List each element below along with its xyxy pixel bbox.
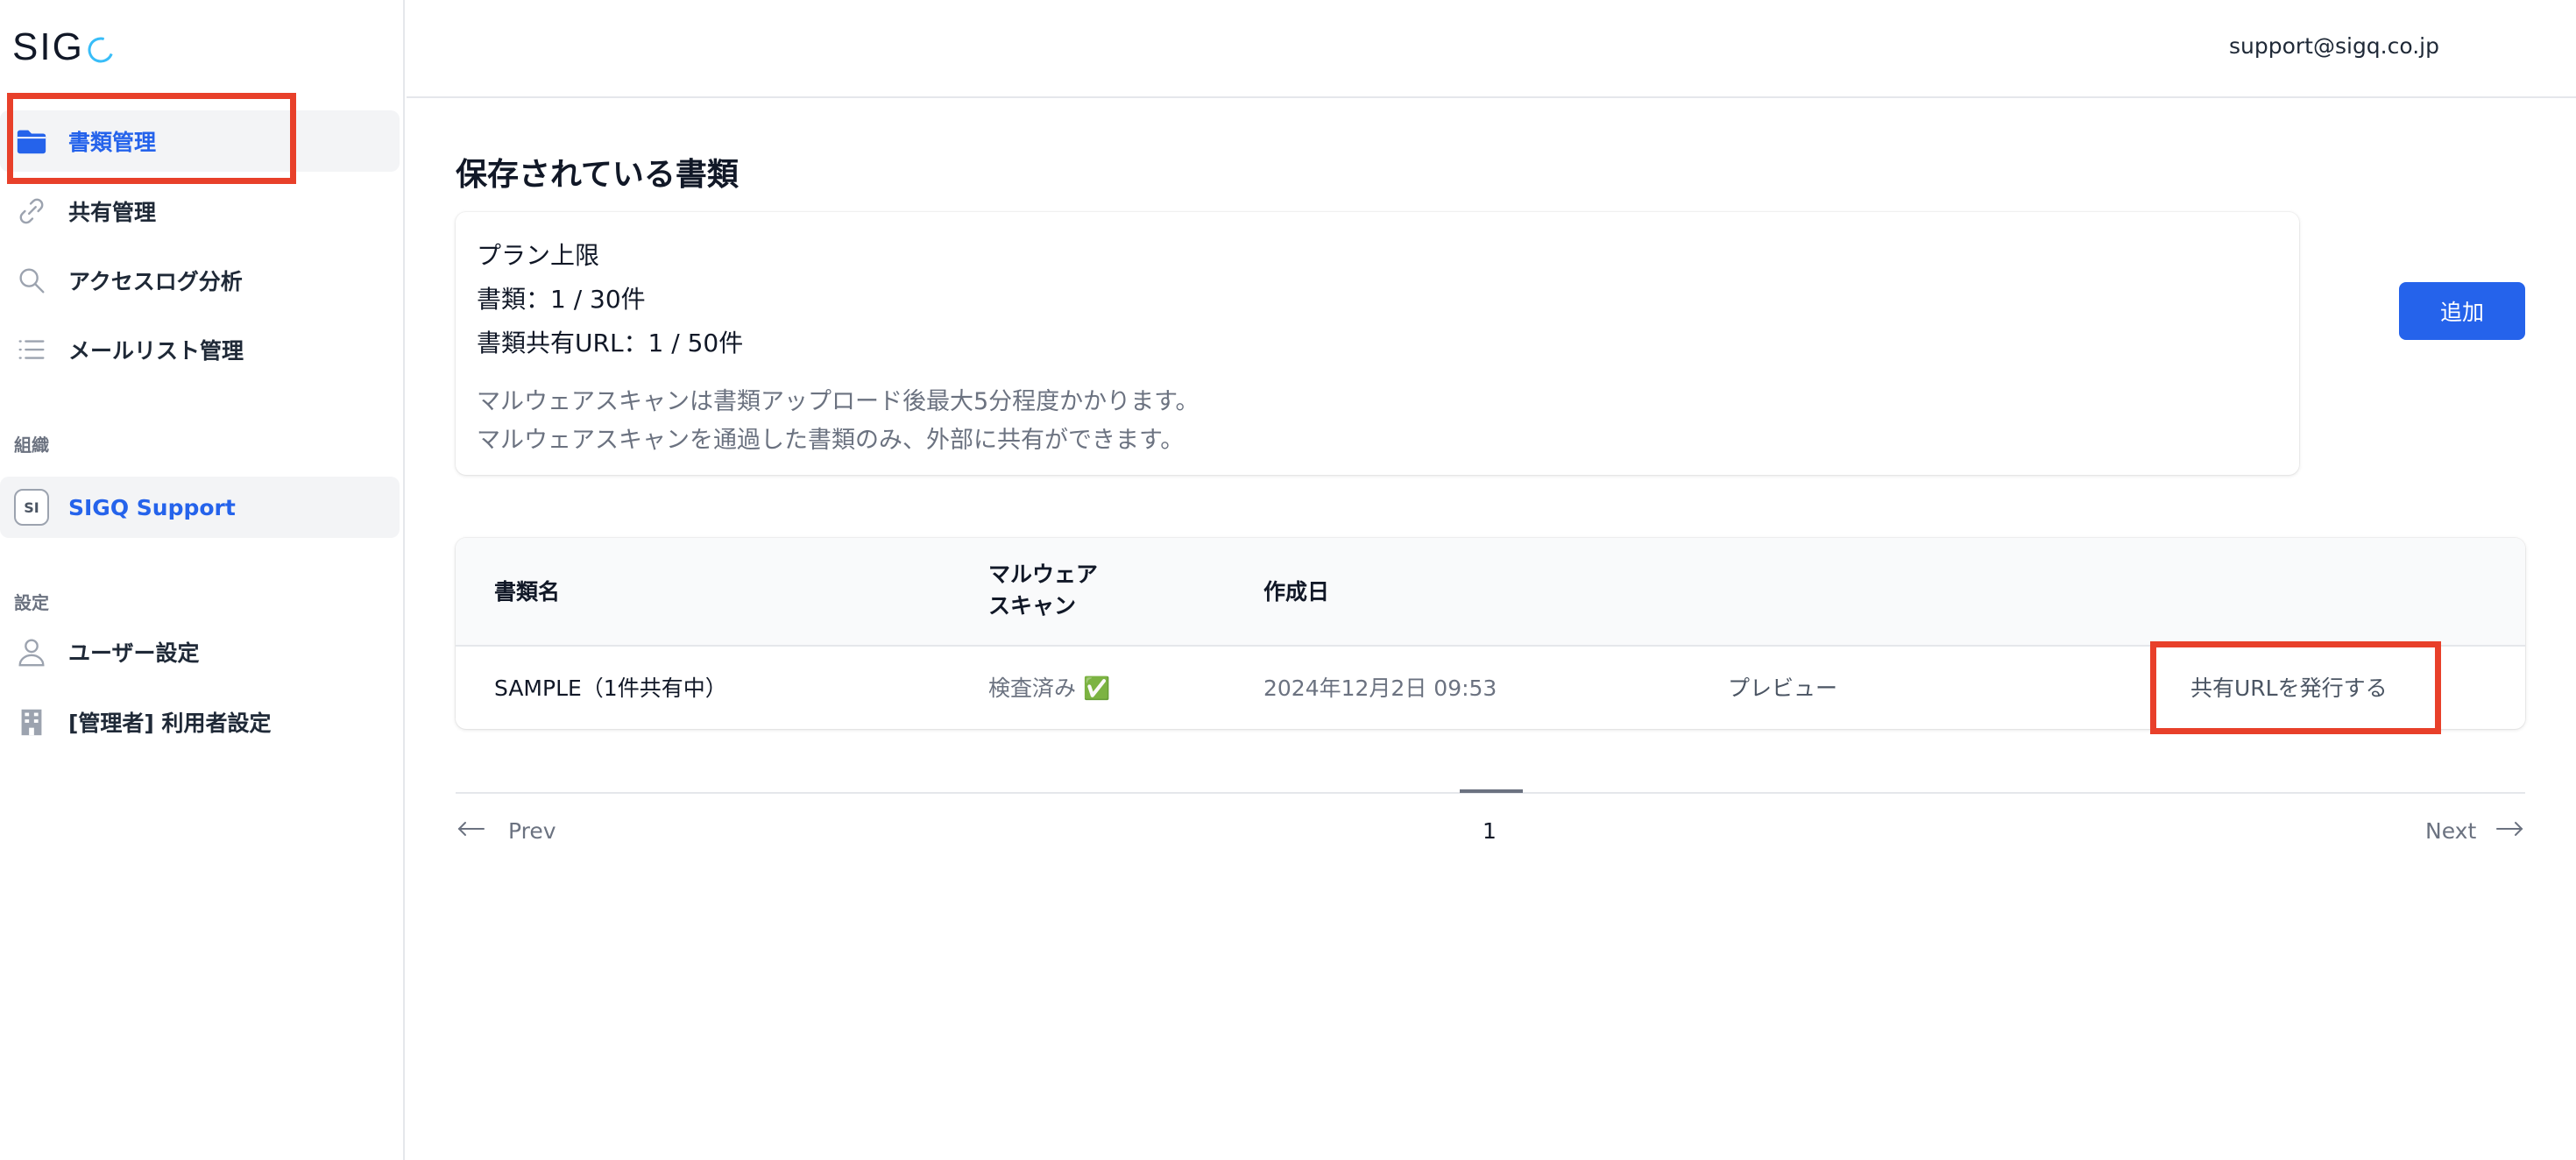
sidebar-item-label: 共有管理: [68, 200, 157, 225]
pagination-prev[interactable]: Prev: [456, 818, 556, 844]
column-header-scan: マルウェア スキャン: [988, 559, 1098, 622]
link-icon: [14, 194, 49, 229]
pagination-active-indicator: [1460, 789, 1523, 793]
column-header-scan-line1: マルウェア: [988, 562, 1099, 587]
account-email[interactable]: support@sigq.co.jp: [2229, 33, 2439, 59]
column-header-name: 書類名: [494, 579, 561, 605]
pagination-prev-label: Prev: [508, 818, 556, 844]
pagination-next-label: Next: [2425, 818, 2477, 844]
page-title: 保存されている書類: [456, 157, 739, 193]
scan-note-2: マルウェアスキャンを通過した書類のみ、外部に共有ができます。: [477, 427, 1185, 454]
pagination-page-1[interactable]: 1: [1483, 818, 1497, 844]
arrow-left-icon: [456, 818, 487, 844]
scan-note-1: マルウェアスキャンは書類アップロード後最大5分程度かかります。: [477, 388, 1200, 415]
building-icon: [14, 704, 49, 739]
plan-limit-card: プラン上限 書類：1 / 30件 書類共有URL：1 / 50件 マルウェアスキ…: [456, 212, 2299, 475]
sidebar-item-label: [管理者] 利用者設定: [68, 711, 272, 736]
cell-document-name: SAMPLE（1件共有中）: [494, 675, 727, 701]
sidebar-item-label: アクセスログ分析: [68, 269, 243, 294]
sidebar-item-label: 書類管理: [68, 130, 157, 155]
sidebar-item-access-log[interactable]: アクセスログ分析: [0, 250, 400, 311]
org-section-title: 組織: [14, 435, 49, 456]
app-root: SIG 書類管理 共有管理 アクセスログ分析 メールリスト管理 組織 SI SI…: [0, 0, 2576, 1160]
add-button[interactable]: 追加: [2399, 282, 2525, 340]
sidebar: SIG 書類管理 共有管理 アクセスログ分析 メールリスト管理 組織 SI SI…: [0, 0, 405, 1160]
org-avatar-wrap: SI: [14, 489, 49, 526]
issue-share-url-button[interactable]: 共有URLを発行する: [2190, 671, 2388, 703]
logo: SIG: [12, 25, 117, 70]
cell-created-date: 2024年12月2日 09:53: [1263, 675, 1497, 701]
folder-icon: [14, 124, 49, 159]
sidebar-item-mail-list[interactable]: メールリスト管理: [0, 319, 400, 380]
plan-share-urls: 書類共有URL：1 / 50件: [477, 329, 744, 357]
top-header: support@sigq.co.jp: [407, 0, 2576, 98]
sidebar-item-label: メールリスト管理: [68, 338, 244, 364]
documents-table: 書類名 マルウェア スキャン 作成日 SAMPLE（1件共有中） 検査済み ✅ …: [456, 538, 2525, 729]
plan-documents: 書類：1 / 30件: [477, 285, 646, 314]
sidebar-item-label: ユーザー設定: [68, 640, 200, 666]
cell-scan-status: 検査済み ✅: [988, 675, 1111, 701]
sidebar-item-documents[interactable]: 書類管理: [0, 110, 400, 172]
sidebar-item-user-settings[interactable]: ユーザー設定: [0, 621, 400, 683]
sidebar-item-sharing[interactable]: 共有管理: [0, 180, 400, 242]
user-icon: [14, 634, 49, 669]
pagination-next[interactable]: Next: [2425, 818, 2525, 844]
logo-text: SIG: [12, 25, 84, 68]
search-icon: [14, 263, 49, 298]
plan-heading: プラン上限: [477, 241, 600, 270]
sidebar-item-admin-settings[interactable]: [管理者] 利用者設定: [0, 691, 400, 753]
settings-section-title: 設定: [14, 592, 49, 613]
avatar: SI: [14, 489, 49, 526]
arrow-right-icon: [2494, 818, 2525, 844]
column-header-scan-line2: スキャン: [988, 593, 1077, 619]
preview-link[interactable]: プレビュー: [1728, 671, 1837, 703]
sidebar-item-org[interactable]: SI SIGQ Support: [0, 477, 400, 538]
list-icon: [14, 332, 49, 367]
table-header: 書類名 マルウェア スキャン 作成日: [456, 538, 2525, 647]
column-header-created: 作成日: [1263, 579, 1330, 605]
logo-q-mark: [86, 32, 117, 63]
org-name: SIGQ Support: [68, 494, 236, 520]
